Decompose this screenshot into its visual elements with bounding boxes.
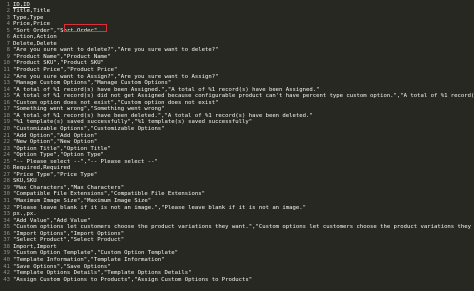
line-text: "Compatible File Extensions","Compatible… bbox=[13, 191, 205, 198]
line-number: 20 bbox=[3, 125, 10, 132]
line-text: "Price Type","Price Type" bbox=[13, 171, 98, 178]
line-text: "Custom options let customers choose the… bbox=[13, 224, 474, 231]
line-text: "Please leave blank if it is not an imag… bbox=[13, 204, 306, 211]
line-text: Action,Action bbox=[13, 34, 57, 41]
line-text: "Add Value","Add Value" bbox=[13, 217, 91, 224]
line-text: "-- Please select --","-- Please select … bbox=[13, 158, 158, 165]
line-number: 40 bbox=[3, 256, 10, 263]
line-text: "Something went wrong","Something went w… bbox=[13, 106, 165, 113]
line-text: "Custom option does not exist","Custom o… bbox=[13, 99, 219, 106]
code-editor[interactable]: 1 ID,ID 2 Title,Title 3 Type,Type 4 Price,Price… bbox=[0, 0, 474, 291]
line-text: "Max Characters","Max Characters" bbox=[13, 184, 125, 191]
line-number: 12 bbox=[3, 73, 10, 80]
line-number: 13 bbox=[3, 80, 10, 87]
line-number: 35 bbox=[3, 224, 10, 231]
line-text: "Template Options Details","Template Opt… bbox=[13, 270, 192, 277]
line-text: "Product Price","Product Price" bbox=[13, 67, 118, 73]
line-number: 24 bbox=[3, 152, 10, 159]
line-text: SKU,SKU bbox=[13, 178, 37, 185]
line-number: 11 bbox=[3, 67, 10, 73]
line-number: 34 bbox=[3, 217, 10, 224]
line-text: "New Option","New Option" bbox=[13, 139, 98, 146]
line-number: 26 bbox=[3, 165, 10, 172]
line-text: "Manage Custom Options","Manage Custom O… bbox=[13, 80, 172, 87]
line-text: "Add Option","Add Option" bbox=[13, 132, 98, 139]
line-number: 30 bbox=[3, 191, 10, 198]
line-text: "Assign Custom Options to Products","Ass… bbox=[13, 276, 253, 283]
line-text: "Template Information","Template Informa… bbox=[13, 256, 165, 263]
line-text: ID,ID bbox=[13, 1, 30, 8]
line-text: "Maximum Image Size","Maximum Image Size… bbox=[13, 198, 152, 204]
line-number: 28 bbox=[3, 178, 10, 185]
line-number: 27 bbox=[3, 171, 10, 178]
line-number: 10 bbox=[3, 60, 10, 67]
line-text: "Product Name","Product Name" bbox=[13, 53, 111, 60]
line-number: 42 bbox=[3, 270, 10, 277]
line-number: 8 bbox=[6, 47, 10, 54]
line-text: Title,Title bbox=[13, 8, 51, 15]
line-text: "Option Title","Option Title" bbox=[13, 145, 111, 152]
line-text: "Option Type","Option Type" bbox=[13, 152, 104, 159]
line-text: "%1 template(s) saved successfully","%1 … bbox=[13, 119, 253, 126]
line-number: 19 bbox=[3, 119, 10, 126]
line-text: Type,Type bbox=[13, 14, 44, 21]
line-number: 9 bbox=[6, 53, 10, 60]
line-number: 14 bbox=[3, 86, 10, 93]
line-number: 33 bbox=[3, 211, 10, 218]
line-number: 7 bbox=[6, 40, 10, 47]
line-number: 3 bbox=[6, 14, 10, 21]
line-number: 31 bbox=[3, 198, 10, 204]
line-number: 2 bbox=[6, 8, 10, 15]
line-text: Import,Import bbox=[13, 243, 57, 250]
line-number: 41 bbox=[3, 263, 10, 270]
line-text: "Save Options","Save Options" bbox=[13, 263, 111, 270]
line-number: 18 bbox=[3, 112, 10, 119]
line-number: 32 bbox=[3, 204, 10, 211]
line-text: "Are you sure want to Assign?","Are you … bbox=[13, 73, 219, 80]
line-number: 22 bbox=[3, 139, 10, 146]
line-text: Price,Price bbox=[13, 21, 51, 28]
line-text: px.,px. bbox=[13, 211, 37, 218]
line-text: "A total of %1 record(s) have been Assig… bbox=[13, 86, 320, 93]
line-text: "Custom Option Template","Custom Option … bbox=[13, 250, 179, 257]
line-text: "Are you sure want to delete?","Are you … bbox=[13, 47, 219, 54]
line-number: 1 bbox=[6, 1, 10, 8]
line-number: 37 bbox=[3, 237, 10, 244]
line-number: 16 bbox=[3, 99, 10, 106]
line-number: 6 bbox=[6, 34, 10, 41]
line-number: 4 bbox=[6, 21, 10, 28]
line-number: 39 bbox=[3, 250, 10, 257]
line-text: "A total of %1 record(s) did not get Ass… bbox=[13, 93, 474, 100]
line-number: 43 bbox=[3, 276, 10, 283]
line-text: "A total of %1 record(s) have been delet… bbox=[13, 112, 313, 119]
line-number: 36 bbox=[3, 230, 10, 237]
line-text: "Import Options","Import Options" bbox=[13, 230, 125, 237]
line-number: 21 bbox=[3, 132, 10, 139]
highlight-box bbox=[64, 24, 107, 32]
line-text: "Customizable Options","Customizable Opt… bbox=[13, 125, 165, 132]
line-text: "Select Product","Select Product" bbox=[13, 237, 125, 244]
line-number: 38 bbox=[3, 243, 10, 250]
line-number: 17 bbox=[3, 106, 10, 113]
line-text: Required,Required bbox=[13, 165, 71, 172]
line-text: Delete,Delete bbox=[13, 40, 57, 47]
line-number: 15 bbox=[3, 93, 10, 100]
line-number: 5 bbox=[6, 27, 10, 34]
line-text: "Product SKU","Product SKU" bbox=[13, 60, 104, 67]
line-number: 23 bbox=[3, 145, 10, 152]
line-number: 25 bbox=[3, 158, 10, 165]
line-number: 29 bbox=[3, 184, 10, 191]
